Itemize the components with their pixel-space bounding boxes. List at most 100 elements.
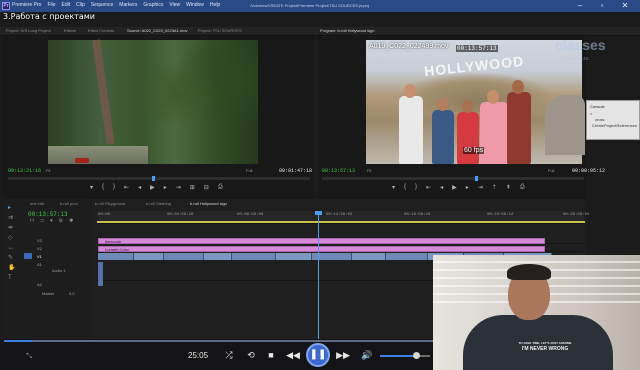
v1-clip[interactable] <box>276 253 312 260</box>
marker-icon[interactable]: ▾ <box>392 184 395 191</box>
previous-icon[interactable]: ◀◀ <box>286 348 300 362</box>
marker-icon[interactable]: ▾ <box>90 184 93 191</box>
ripple-edit-tool-icon[interactable]: ⇹ <box>8 225 13 231</box>
go-to-out-icon[interactable]: ⇥ <box>478 184 483 191</box>
audio-clip[interactable] <box>98 262 103 286</box>
source-timecode-left[interactable]: 00:13:21:16 <box>8 168 41 174</box>
menu-markers[interactable]: Markers <box>119 2 137 8</box>
master-volume-value[interactable]: 0.0 <box>69 291 75 296</box>
shuffle-icon[interactable]: ⤮ <box>222 348 236 362</box>
seek-bar[interactable] <box>4 340 433 342</box>
add-marker-icon[interactable]: ▾ <box>50 218 53 224</box>
stop-icon[interactable]: ■ <box>264 348 278 362</box>
minimize-icon[interactable]: – <box>575 1 585 11</box>
maximize-icon[interactable]: ▫ <box>597 1 607 11</box>
menu-file[interactable]: File <box>47 2 55 8</box>
razor-tool-icon[interactable]: ◇ <box>8 235 13 241</box>
v1-clip[interactable] <box>204 253 232 260</box>
menu-sequence[interactable]: Sequence <box>91 2 114 8</box>
step-forward-icon[interactable]: ▸ <box>164 184 167 191</box>
go-to-in-icon[interactable]: ⇤ <box>426 184 431 191</box>
export-frame-icon[interactable]: ⎙ <box>218 184 223 191</box>
menu-clip[interactable]: Clip <box>76 2 85 8</box>
repeat-icon[interactable]: ⟲ <box>244 348 258 362</box>
menu-edit[interactable]: Edit <box>62 2 71 8</box>
go-to-in-icon[interactable]: ⇤ <box>124 184 129 191</box>
overwrite-icon[interactable]: ⊟ <box>204 184 209 191</box>
volume-icon[interactable]: 🔊 <box>360 348 374 362</box>
export-frame-icon[interactable]: ⎙ <box>520 184 525 191</box>
tab-project[interactable]: Project: WS Long Project <box>6 28 51 33</box>
lift-icon[interactable]: ⇡ <box>492 184 497 191</box>
v1-clip[interactable] <box>386 253 428 260</box>
v1-clip[interactable] <box>232 253 276 260</box>
tab-effects[interactable]: Effects <box>64 28 76 33</box>
tab-b-roll-playground[interactable]: b-roll Playground <box>95 201 125 206</box>
v1-clip[interactable] <box>98 253 134 260</box>
timeline-timecode[interactable]: 00:13:57:13 <box>28 211 68 218</box>
wrench-icon[interactable]: ✱ <box>69 218 73 224</box>
tab-b-roll-hollywood-sign[interactable]: b-roll Hollywood sign <box>190 201 227 206</box>
track-select-tool-icon[interactable]: ⇉ <box>8 215 13 221</box>
play-icon[interactable]: ▶ <box>150 184 155 191</box>
pause-button[interactable]: ❚❚ <box>306 343 330 367</box>
mark-in-icon[interactable]: { <box>404 184 406 191</box>
selection-tool-icon[interactable]: ▸ <box>8 205 13 211</box>
type-tool-icon[interactable]: T <box>8 275 13 281</box>
program-zoom-select[interactable]: Full <box>548 168 554 173</box>
program-scrubber[interactable] <box>322 177 584 180</box>
menu-view[interactable]: View <box>169 2 180 8</box>
step-back-icon[interactable]: ◂ <box>138 184 141 191</box>
volume-slider-knob[interactable] <box>413 352 420 359</box>
next-icon[interactable]: ▶▶ <box>336 348 350 362</box>
mark-out-icon[interactable]: } <box>113 184 115 191</box>
mark-out-icon[interactable]: } <box>415 184 417 191</box>
menu-premiere[interactable]: Premiere Pro <box>12 2 41 8</box>
linked-selection-icon[interactable]: ⊃ <box>40 218 44 224</box>
program-playhead[interactable] <box>475 176 478 181</box>
snap-icon[interactable]: ⊓ <box>30 218 34 224</box>
pen-tool-icon[interactable]: ✎ <box>8 255 13 261</box>
hand-tool-icon[interactable]: ✋ <box>8 265 15 271</box>
mark-in-icon[interactable]: { <box>102 184 104 191</box>
track-header-v3[interactable]: V3 <box>37 238 42 243</box>
track-header-master[interactable]: Master <box>42 291 54 296</box>
tab-b-roll-steering[interactable]: b-roll Steering <box>146 201 171 206</box>
source-zoom-select[interactable]: Full <box>246 168 252 173</box>
work-area-bar[interactable] <box>97 221 585 223</box>
program-timecode-left[interactable]: 00:13:57:13 <box>322 168 355 174</box>
v1-clip[interactable] <box>352 253 386 260</box>
extract-icon[interactable]: ⇞ <box>506 184 511 191</box>
tab-effect-controls[interactable]: Effect Controls <box>88 28 114 33</box>
step-forward-icon[interactable]: ▸ <box>466 184 469 191</box>
step-back-icon[interactable]: ◂ <box>440 184 443 191</box>
timeline-playhead[interactable] <box>318 211 319 341</box>
program-fit-select[interactable]: Fit <box>367 168 371 173</box>
v1-source-patch[interactable] <box>24 253 32 259</box>
tab-b-roll-pool[interactable]: b-roll pool <box>60 201 78 206</box>
track-header-v2[interactable]: V2 <box>37 246 42 251</box>
timeline-settings-icon[interactable]: ⚙ <box>59 218 63 224</box>
menu-window[interactable]: Window <box>186 2 204 8</box>
tab-project-sources[interactable]: Project: TSU SOURCES <box>198 28 242 33</box>
track-header-v1[interactable]: V1 <box>37 254 42 259</box>
source-scrubber[interactable] <box>8 177 310 180</box>
menu-help[interactable]: Help <box>210 2 220 8</box>
tab-program[interactable]: Program: b-roll Hollywood sign <box>320 28 374 33</box>
play-icon[interactable]: ▶ <box>452 184 457 191</box>
clip-timecode[interactable]: timecode <box>98 238 545 244</box>
menu-graphics[interactable]: Graphics <box>143 2 163 8</box>
v1-clip[interactable] <box>164 253 204 260</box>
fullscreen-exit-icon[interactable]: ⤡ <box>22 350 36 364</box>
track-header-a1[interactable]: A1 <box>37 262 42 267</box>
go-to-out-icon[interactable]: ⇥ <box>176 184 181 191</box>
insert-icon[interactable]: ⊞ <box>190 184 195 191</box>
v1-clip[interactable] <box>134 253 164 260</box>
source-playhead[interactable] <box>152 176 155 181</box>
slip-tool-icon[interactable]: ↔ <box>8 245 14 251</box>
track-header-a2[interactable]: A2 <box>37 282 42 287</box>
clip-lumetri-color[interactable]: Lumetri Color <box>98 246 545 252</box>
tab-source[interactable]: Source: A022_C023_0223A1.mov <box>127 28 188 33</box>
tab-text-edit[interactable]: text edit <box>30 201 44 206</box>
close-icon[interactable]: ✕ <box>620 1 630 11</box>
